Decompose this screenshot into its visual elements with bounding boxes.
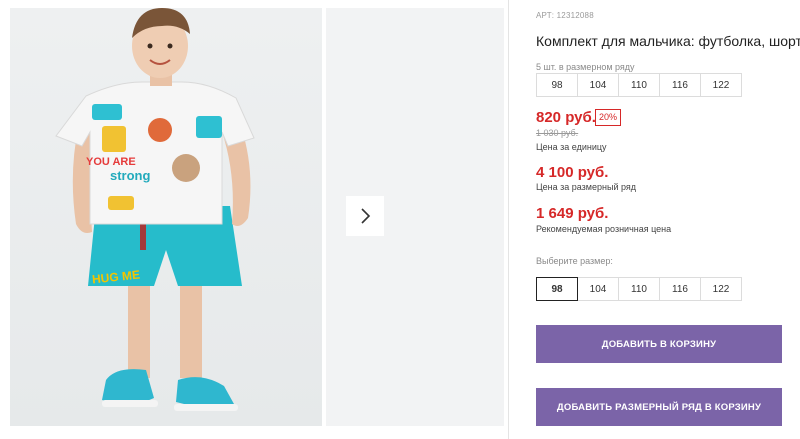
column-divider	[508, 0, 509, 439]
retail-price-caption: Рекомендуемая розничная цена	[536, 224, 672, 234]
add-to-cart-button[interactable]: ДОБАВИТЬ В КОРЗИНУ	[536, 325, 782, 363]
size-option-98[interactable]: 98	[536, 277, 578, 301]
chevron-right-icon	[361, 208, 371, 224]
product-title: Комплект для мальчика: футболка, шорты	[536, 33, 800, 49]
size-option-122[interactable]: 122	[700, 277, 742, 301]
size-row-list: 98 104 110 116 122	[536, 73, 742, 97]
unit-price-caption: Цена за единицу	[536, 142, 607, 152]
retail-price: 1 649 руб.	[536, 205, 609, 222]
row-size-98: 98	[536, 73, 578, 97]
boy-in-outfit-illustration	[55, 8, 255, 411]
choose-size-label: Выберите размер:	[536, 256, 613, 266]
size-option-104[interactable]: 104	[577, 277, 619, 301]
shirt-print-line-2: strong	[110, 168, 151, 183]
row-price: 4 100 руб.	[536, 164, 609, 181]
product-info: АРТ: 12312088 Комплект для мальчика: фут…	[536, 0, 800, 439]
size-selector: 98 104 110 116 122	[536, 277, 742, 301]
row-size-104: 104	[577, 73, 619, 97]
discount-badge: 20%	[595, 109, 622, 126]
old-price: 1 030 руб.	[536, 128, 579, 138]
product-photo[interactable]: YOU ARE strong HUG ME	[10, 8, 322, 426]
size-option-110[interactable]: 110	[618, 277, 660, 301]
next-image-button[interactable]	[346, 196, 384, 236]
row-size-122: 122	[700, 73, 742, 97]
shirt-print-line-1: YOU ARE	[86, 156, 136, 168]
row-hint: 5 шт. в размерном ряду	[536, 62, 635, 72]
row-size-110: 110	[618, 73, 660, 97]
unit-price: 820 руб.	[536, 109, 596, 126]
row-price-caption: Цена за размерный ряд	[536, 182, 637, 192]
add-size-row-to-cart-button[interactable]: ДОБАВИТЬ РАЗМЕРНЫЙ РЯД В КОРЗИНУ	[536, 388, 782, 426]
size-option-116[interactable]: 116	[659, 277, 701, 301]
product-gallery: YOU ARE strong HUG ME	[0, 0, 520, 439]
row-size-116: 116	[659, 73, 701, 97]
article-number: АРТ: 12312088	[536, 11, 594, 20]
